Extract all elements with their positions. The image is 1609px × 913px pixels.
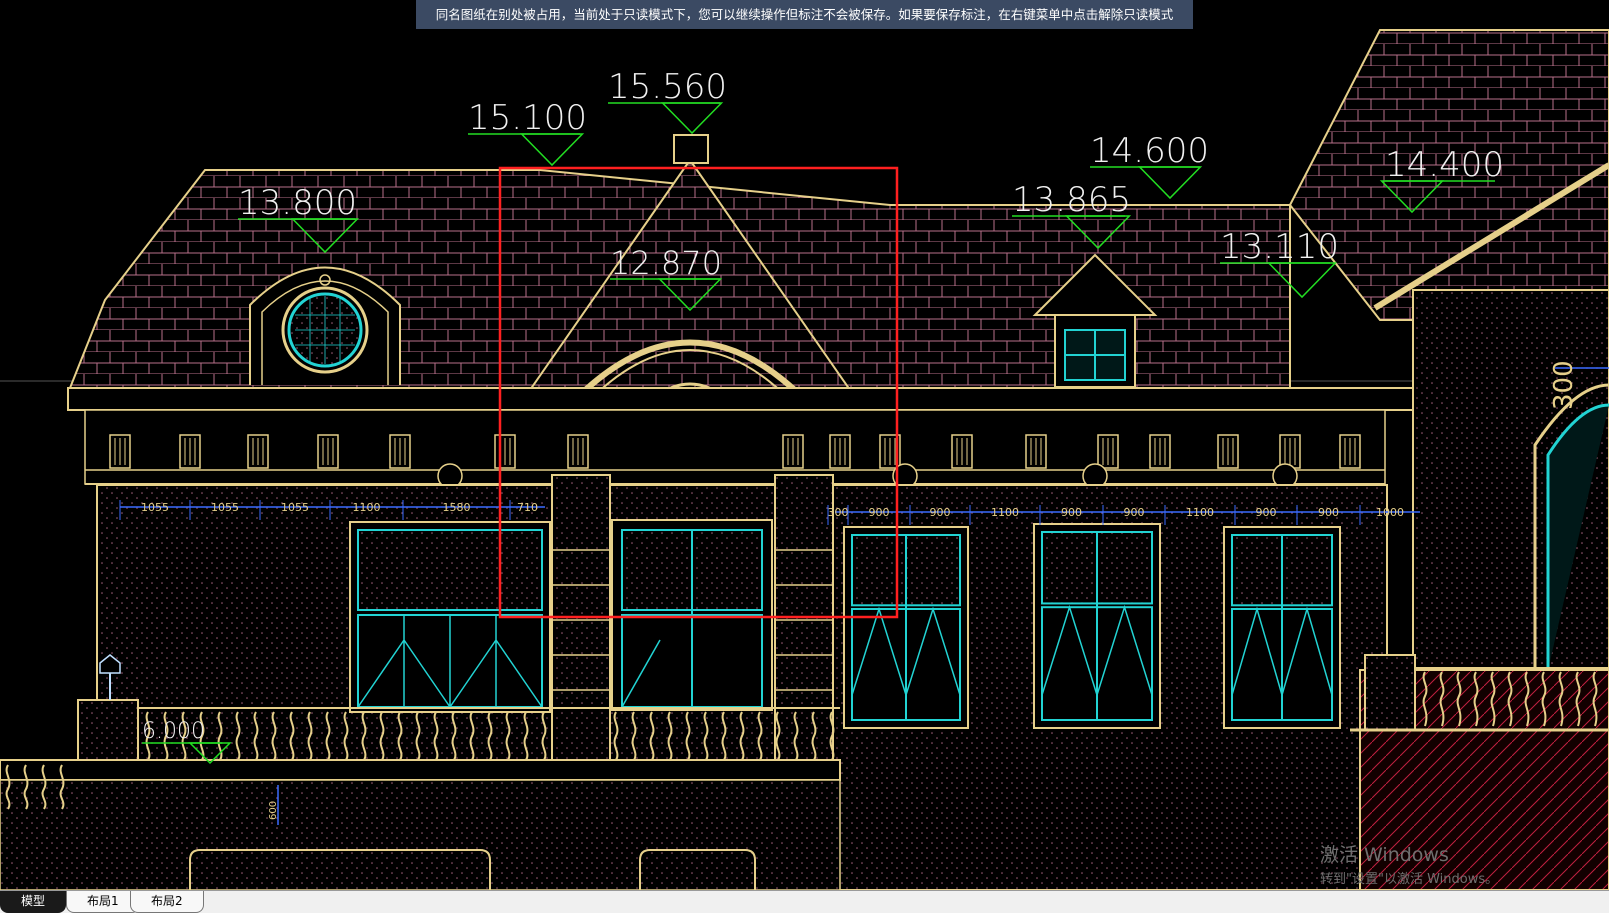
cornice xyxy=(67,387,1414,485)
elevation-value: 15.100 xyxy=(468,98,587,138)
tab-layout2[interactable]: 布局2 xyxy=(130,891,204,913)
dimension-label: 710 xyxy=(517,501,538,514)
layout-tab-bar: 模型 布局1 布局2 xyxy=(0,890,1609,913)
elevation-value: 12.870 xyxy=(610,244,722,282)
elevation-value: 13.110 xyxy=(1220,227,1339,267)
window xyxy=(1033,523,1161,729)
elevation-value: 13.865 xyxy=(1012,180,1131,220)
vertical-dim-right: 300 xyxy=(1549,360,1579,410)
elevation-value: 15.560 xyxy=(608,67,727,107)
dimension-label: 1055 xyxy=(281,501,309,514)
dimension-label: 900 xyxy=(1318,506,1339,519)
dimension-label: 1055 xyxy=(211,501,239,514)
cad-drawing-canvas[interactable]: 15.560 15.100 14.600 14.400 13.865 13.800 13.1… xyxy=(0,0,1609,890)
right-windows xyxy=(843,523,1341,729)
activation-watermark-subtitle: 转到"设置"以激活 Windows。 xyxy=(1320,872,1499,887)
activation-watermark-title: 激活 Windows xyxy=(1320,844,1449,866)
dimension-label: 900 xyxy=(869,506,890,519)
dimension-label: 1100 xyxy=(991,506,1019,519)
dimension-label: 300 xyxy=(828,506,849,519)
window xyxy=(843,526,969,729)
dimension-label: 900 xyxy=(1124,506,1145,519)
dimension-label: 900 xyxy=(1256,506,1277,519)
vertical-dim-left: 600 xyxy=(268,801,279,820)
dimension-label: 1055 xyxy=(141,501,169,514)
dimension-label: 1580 xyxy=(443,501,471,514)
window xyxy=(1223,526,1341,729)
elevation-value: 6.000 xyxy=(142,719,205,744)
dimension-label: 1100 xyxy=(353,501,381,514)
readonly-notice-bar: 同名图纸在别处被占用，当前处于只读模式下，您可以继续操作但标注不会被保存。如果要… xyxy=(416,0,1193,29)
tab-model[interactable]: 模型 xyxy=(0,891,67,913)
left-dormer xyxy=(249,266,401,385)
dimension-label: 1000 xyxy=(1376,506,1404,519)
dimension-label: 900 xyxy=(1061,506,1082,519)
dimension-label: 900 xyxy=(930,506,951,519)
elevation-marker: 15.560 xyxy=(608,67,727,135)
elevation-value: 14.400 xyxy=(1385,145,1504,185)
elevation-marker: 15.100 xyxy=(468,98,587,167)
elevation-value: 14.600 xyxy=(1090,131,1209,171)
elevation-value: 13.800 xyxy=(238,183,357,223)
tab-layout1[interactable]: 布局1 xyxy=(66,891,140,913)
dimension-label: 1100 xyxy=(1186,506,1214,519)
